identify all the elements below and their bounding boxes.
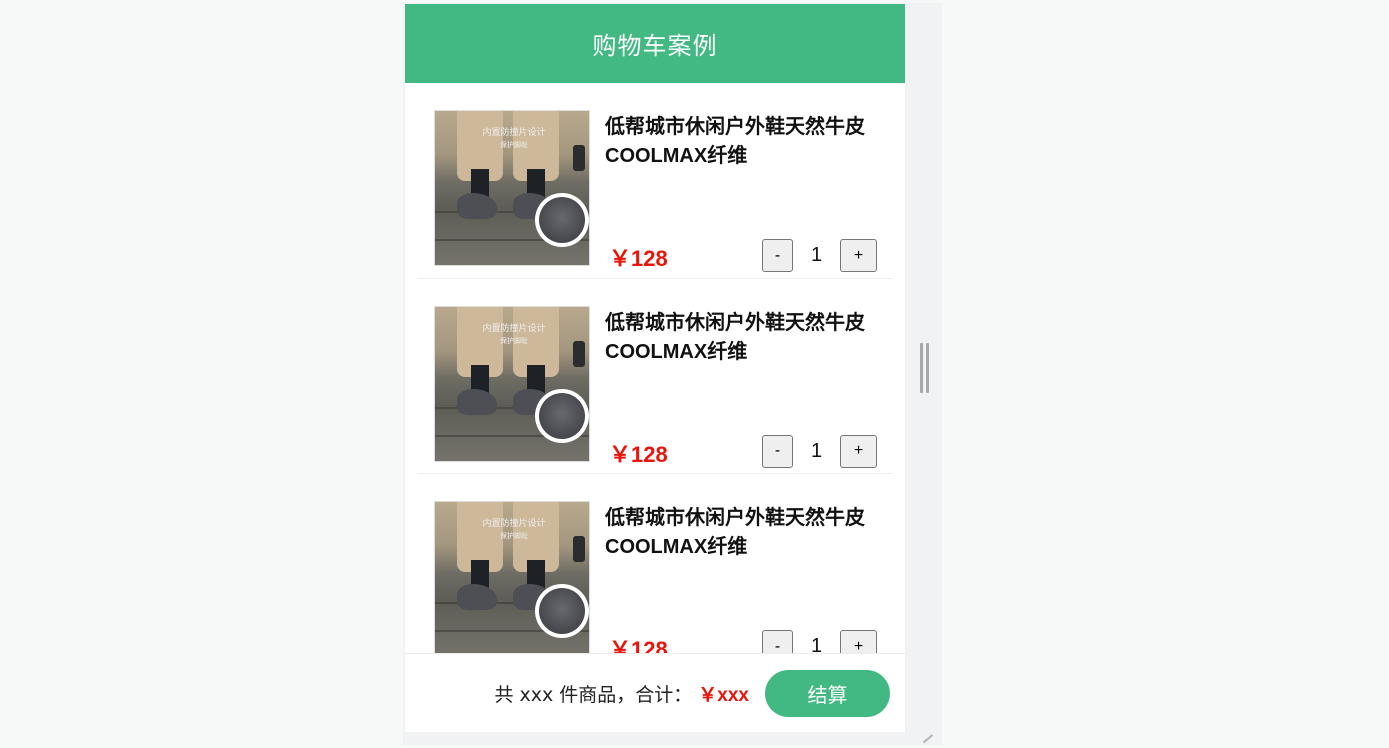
detail-inset (535, 388, 589, 443)
cart-list[interactable]: 内置防撞片设计 保护脚趾 低帮城市休闲户外鞋天然牛皮COOLMAX纤维 ￥128… (405, 83, 905, 653)
image-caption: 内置防撞片设计 保护脚趾 (482, 128, 546, 149)
increase-button[interactable]: + (840, 239, 877, 272)
cart-item: 内置防撞片设计 保护脚趾 低帮城市休闲户外鞋天然牛皮COOLMAX纤维 ￥128… (417, 279, 893, 474)
image-caption: 内置防撞片设计 保护脚趾 (482, 519, 546, 540)
product-title: 低帮城市休闲户外鞋天然牛皮COOLMAX纤维 (605, 507, 865, 558)
increase-button[interactable]: + (840, 630, 877, 653)
product-price: ￥128 (609, 246, 668, 271)
app-header: 购物车案例 (405, 4, 905, 83)
product-title: 低帮城市休闲户外鞋天然牛皮COOLMAX纤维 (605, 116, 865, 167)
cart-item: 内置防撞片设计 保护脚趾 低帮城市休闲户外鞋天然牛皮COOLMAX纤维 ￥128… (417, 83, 893, 279)
cart-summary: 共 xxx 件商品，合计： (494, 683, 693, 706)
page-title: 购物车案例 (592, 32, 718, 60)
detail-inset (535, 584, 589, 638)
decrease-button[interactable]: - (762, 630, 793, 653)
quantity-stepper: - 1 + (762, 434, 877, 468)
quantity-stepper: - 1 + (762, 630, 877, 653)
checkout-button[interactable]: 结算 (765, 669, 890, 717)
increase-button[interactable]: + (840, 434, 877, 468)
product-image: 内置防撞片设计 保护脚趾 (434, 501, 590, 653)
cart-app: 购物车案例 内置防撞片设计 保护脚趾 低帮城市休闲户外鞋天然牛皮COOLMAX纤… (405, 4, 905, 732)
product-price: ￥128 (609, 637, 668, 653)
quantity-value: 1 (810, 439, 823, 462)
device-frame: 购物车案例 内置防撞片设计 保护脚趾 低帮城市休闲户外鞋天然牛皮COOLMAX纤… (403, 3, 942, 745)
quantity-value: 1 (810, 635, 823, 653)
product-image: 内置防撞片设计 保护脚趾 (434, 305, 590, 462)
cart-footer: 共 xxx 件商品，合计： ￥xxx 结算 (405, 653, 905, 732)
quantity-value: 1 (810, 244, 823, 266)
cart-total: ￥xxx (698, 684, 749, 706)
decrease-button[interactable]: - (762, 239, 793, 272)
drag-handle-icon[interactable] (918, 343, 930, 393)
decrease-button[interactable]: - (762, 434, 793, 468)
product-image: 内置防撞片设计 保护脚趾 (434, 110, 590, 266)
image-caption: 内置防撞片设计 保护脚趾 (482, 323, 546, 345)
detail-inset (535, 193, 589, 247)
product-title: 低帮城市休闲户外鞋天然牛皮COOLMAX纤维 (605, 311, 865, 363)
cart-item: 内置防撞片设计 保护脚趾 低帮城市休闲户外鞋天然牛皮COOLMAX纤维 ￥128… (417, 474, 893, 653)
product-price: ￥128 (609, 441, 668, 467)
quantity-stepper: - 1 + (762, 239, 877, 272)
